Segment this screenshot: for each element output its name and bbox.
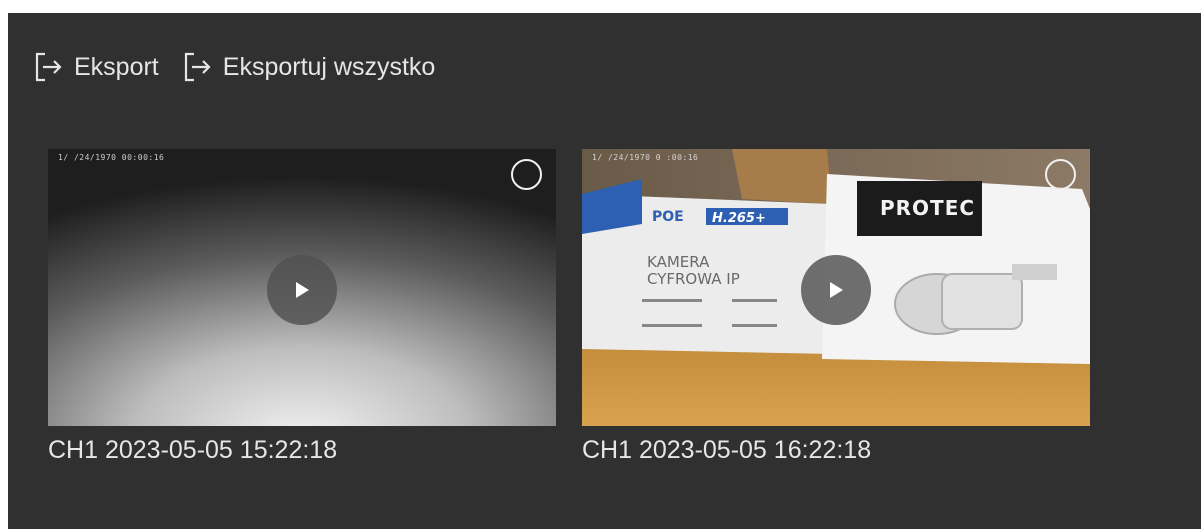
box-line2-text: CYFROWA IP bbox=[647, 270, 740, 288]
box-codec-text: H.265+ bbox=[712, 211, 766, 226]
toolbar: Eksport Eksportuj wszystko bbox=[32, 50, 435, 84]
export-all-label: Eksportuj wszystko bbox=[222, 52, 436, 81]
export-label: Eksport bbox=[74, 52, 159, 81]
play-icon bbox=[296, 282, 309, 298]
select-checkbox[interactable] bbox=[511, 159, 542, 190]
osd-timestamp: 1/ /24/1970 00:00:16 bbox=[58, 153, 165, 162]
playback-panel: Eksport Eksportuj wszystko 1/ /24/1970 0… bbox=[8, 13, 1201, 529]
recording-caption: CH1 2023-05-05 15:22:18 bbox=[48, 436, 338, 464]
play-icon bbox=[830, 282, 843, 298]
recording-card[interactable]: 1/ /24/1970 00:00:16 CH1 2023-05-05 15:2… bbox=[48, 149, 556, 465]
export-button[interactable]: Eksport bbox=[32, 50, 159, 84]
box-line1-text: KAMERA bbox=[647, 253, 710, 271]
select-checkbox[interactable] bbox=[1045, 159, 1076, 190]
export-all-icon bbox=[184, 52, 211, 82]
recording-thumbnail[interactable]: 1/ /24/1970 00:00:16 bbox=[48, 149, 556, 426]
play-button[interactable] bbox=[267, 255, 337, 325]
play-button[interactable] bbox=[801, 255, 871, 325]
recording-thumbnail[interactable]: PROTEC POE H.265+ KAMERA CYFROWA IP 1/ /… bbox=[582, 149, 1090, 426]
box-poe-text: POE bbox=[652, 209, 684, 225]
export-icon bbox=[35, 52, 62, 82]
box-brand-text: PROTEC bbox=[880, 196, 975, 220]
recording-caption: CH1 2023-05-05 16:22:18 bbox=[582, 436, 872, 464]
osd-timestamp: 1/ /24/1970 0 :00:16 bbox=[592, 153, 699, 162]
recording-card[interactable]: PROTEC POE H.265+ KAMERA CYFROWA IP 1/ /… bbox=[582, 149, 1090, 465]
export-all-button[interactable]: Eksportuj wszystko bbox=[181, 50, 436, 84]
